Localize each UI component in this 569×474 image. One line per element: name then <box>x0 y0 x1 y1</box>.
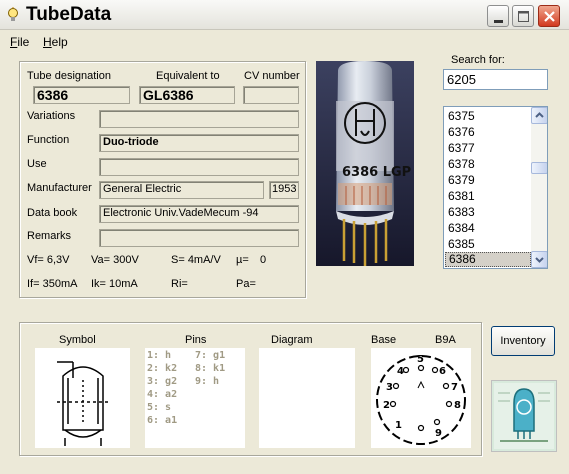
list-item[interactable]: 6384 <box>445 221 531 236</box>
base-pin-number: 2 <box>383 400 390 411</box>
base-pin-number: 9 <box>435 428 442 439</box>
scroll-thumb[interactable] <box>531 162 547 174</box>
list-item[interactable]: 6379 <box>445 173 531 188</box>
window-title: TubeData <box>26 4 112 25</box>
pins-panel: 1: h 2: k2 3: g2 4: a2 5: s 6: a1 7: g1 … <box>145 348 245 448</box>
app-logo <box>491 380 557 452</box>
minimize-button[interactable] <box>487 5 509 27</box>
close-button[interactable] <box>538 5 560 27</box>
use-field[interactable] <box>99 158 299 176</box>
param-mu: µ= <box>236 254 249 266</box>
param-if: If= 350mA <box>27 278 78 290</box>
param-ik: Ik= 10mA <box>91 278 138 290</box>
databook-label: Data book <box>27 207 78 219</box>
param-va: Va= 300V <box>91 254 139 266</box>
base-pin-number: 5 <box>417 354 424 365</box>
base-pin-number: 4 <box>397 366 404 377</box>
menu-file[interactable]: File <box>10 35 29 49</box>
param-vf: Vf= 6,3V <box>27 254 70 266</box>
cv-number-label: CV number <box>244 70 300 82</box>
scroll-up-button[interactable] <box>531 107 547 124</box>
symbol-panel <box>35 348 130 448</box>
chevron-up-icon <box>535 112 544 118</box>
pin-entry: 1: h <box>147 350 172 361</box>
cv-number-field[interactable] <box>243 86 299 104</box>
manufacturer-label: Manufacturer <box>27 182 92 194</box>
base-panel: 5 4 6 7 8 3 2 1 9 <box>371 348 471 448</box>
scroll-down-button[interactable] <box>531 251 547 268</box>
param-pa: Pa= <box>236 278 256 290</box>
list-item[interactable]: 6376 <box>445 125 531 140</box>
function-field[interactable]: Duo-triode <box>99 134 299 152</box>
tube-designation-label: Tube designation <box>27 70 111 82</box>
base-pin-number: 1 <box>395 420 402 431</box>
pin-entry: 3: g2 <box>147 376 178 387</box>
menu-file-label: ile <box>17 35 30 49</box>
pins-column-2: 7: g1 8: k1 9: h <box>195 349 225 388</box>
param-mu-value: 0 <box>260 254 267 266</box>
duo-triode-symbol <box>57 361 109 446</box>
search-input[interactable]: 6205 <box>443 69 548 90</box>
maximize-icon <box>518 11 529 22</box>
list-item[interactable]: 6377 <box>445 141 531 156</box>
pin-entry: 2: k2 <box>147 363 178 374</box>
close-icon <box>544 11 555 22</box>
pin-entry: 9: h <box>195 376 220 387</box>
menu-help-label: elp <box>51 35 68 49</box>
pins-column-1: 1: h 2: k2 3: g2 4: a2 5: s 6: a1 <box>147 349 177 427</box>
pin-entry: 8: k1 <box>195 363 226 374</box>
maximize-button[interactable] <box>512 5 534 27</box>
base-pin-number: 3 <box>386 382 393 393</box>
remarks-field[interactable] <box>99 229 299 247</box>
param-s: S= 4mA/V <box>171 254 221 266</box>
pin-entry: 4: a2 <box>147 389 178 400</box>
remarks-label: Remarks <box>27 230 72 242</box>
equivalent-label: Equivalent to <box>156 70 220 82</box>
year-field[interactable]: 1953 <box>269 181 299 199</box>
variations-label: Variations <box>27 110 76 122</box>
inventory-button[interactable]: Inventory <box>491 326 555 356</box>
manufacturer-field[interactable]: General Electric <box>99 181 264 199</box>
search-label: Search for: <box>451 54 505 66</box>
base-pin-number: 6 <box>439 366 446 377</box>
databook-field[interactable]: Electronic Univ.VadeMecum -94 <box>99 205 299 223</box>
pin-entry: 6: a1 <box>147 415 178 426</box>
list-item[interactable]: 6385 <box>445 237 531 252</box>
tube-image: 6386 LGP <box>316 61 414 266</box>
variations-field[interactable] <box>99 110 299 128</box>
diagram-label: Diagram <box>271 334 313 346</box>
pins-label: Pins <box>185 334 207 346</box>
list-item[interactable]: 6383 <box>445 205 531 220</box>
param-ri: Ri= <box>171 278 188 290</box>
minimize-icon <box>494 20 503 23</box>
tube-designation-field[interactable]: 6386 <box>33 86 130 104</box>
base-type-label: B9A <box>435 334 456 346</box>
base-pin-number: 7 <box>451 382 458 393</box>
tube-logo-icon <box>494 383 554 449</box>
lightbulb-icon <box>8 7 18 21</box>
list-scrollbar[interactable] <box>531 107 547 268</box>
b9a-base-diagram: 5 4 6 7 8 3 2 1 9 <box>376 354 466 445</box>
list-item[interactable]: 6381 <box>445 189 531 204</box>
base-pin-number: 8 <box>454 400 461 411</box>
pin-entry: 5: s <box>147 402 172 413</box>
list-item[interactable]: 6375 <box>445 109 531 124</box>
list-item[interactable]: 6378 <box>445 157 531 172</box>
list-item-selected[interactable]: 6386 <box>445 252 531 267</box>
menu-bar: File Help <box>0 32 569 52</box>
base-label: Base <box>371 334 397 346</box>
pin-entry: 7: g1 <box>195 350 226 361</box>
tube-marking: 6386 LGP <box>342 165 411 180</box>
tube-listbox[interactable]: 6375 6376 6377 6378 6379 6381 6383 6384 … <box>443 106 548 269</box>
tube-photo: 6386 LGP <box>316 61 414 266</box>
diagram-panel <box>259 348 355 448</box>
menu-help-accel: H <box>43 35 52 49</box>
use-label: Use <box>27 158 47 170</box>
symbol-label: Symbol <box>59 334 96 346</box>
title-bar[interactable]: TubeData <box>0 0 569 30</box>
function-label: Function <box>27 134 70 146</box>
chevron-down-icon <box>535 257 544 263</box>
menu-help[interactable]: Help <box>43 35 68 49</box>
equivalent-field[interactable]: GL6386 <box>139 86 235 104</box>
